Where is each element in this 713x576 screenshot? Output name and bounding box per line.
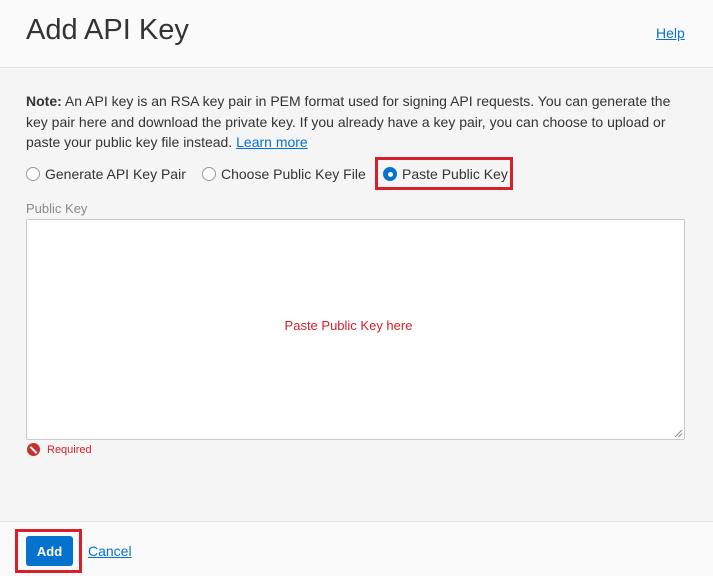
public-key-textarea[interactable]: Paste Public Key here [26, 219, 685, 440]
resize-grip-icon[interactable] [673, 428, 683, 438]
radio-generate-key-pair[interactable]: Generate API Key Pair [26, 164, 186, 184]
radio-choose-public-key-file[interactable]: Choose Public Key File [202, 164, 366, 184]
paste-hint-annotation: Paste Public Key here [284, 318, 413, 333]
dialog-title: Add API Key [26, 14, 189, 46]
highlight-box-paste-option [375, 157, 513, 190]
dialog-header: Add API Key Help [0, 0, 713, 68]
learn-more-link[interactable]: Learn more [236, 134, 308, 150]
note-text: An API key is an RSA key pair in PEM for… [26, 93, 671, 150]
radio-unchecked-icon [202, 167, 216, 181]
error-icon [27, 443, 40, 456]
dialog-footer: Add Cancel [0, 521, 713, 576]
highlight-box-add-button [15, 529, 82, 573]
cancel-link[interactable]: Cancel [88, 543, 132, 559]
note-label: Note: [26, 93, 62, 109]
radio-label: Choose Public Key File [221, 166, 366, 182]
help-link[interactable]: Help [656, 25, 685, 41]
required-validation: Required [27, 443, 92, 456]
radio-unchecked-icon [26, 167, 40, 181]
validation-message: Required [47, 443, 92, 456]
radio-label: Generate API Key Pair [45, 166, 186, 182]
public-key-label: Public Key [26, 201, 88, 216]
dialog-body: Note: An API key is an RSA key pair in P… [0, 69, 713, 521]
note-paragraph: Note: An API key is an RSA key pair in P… [26, 91, 676, 153]
